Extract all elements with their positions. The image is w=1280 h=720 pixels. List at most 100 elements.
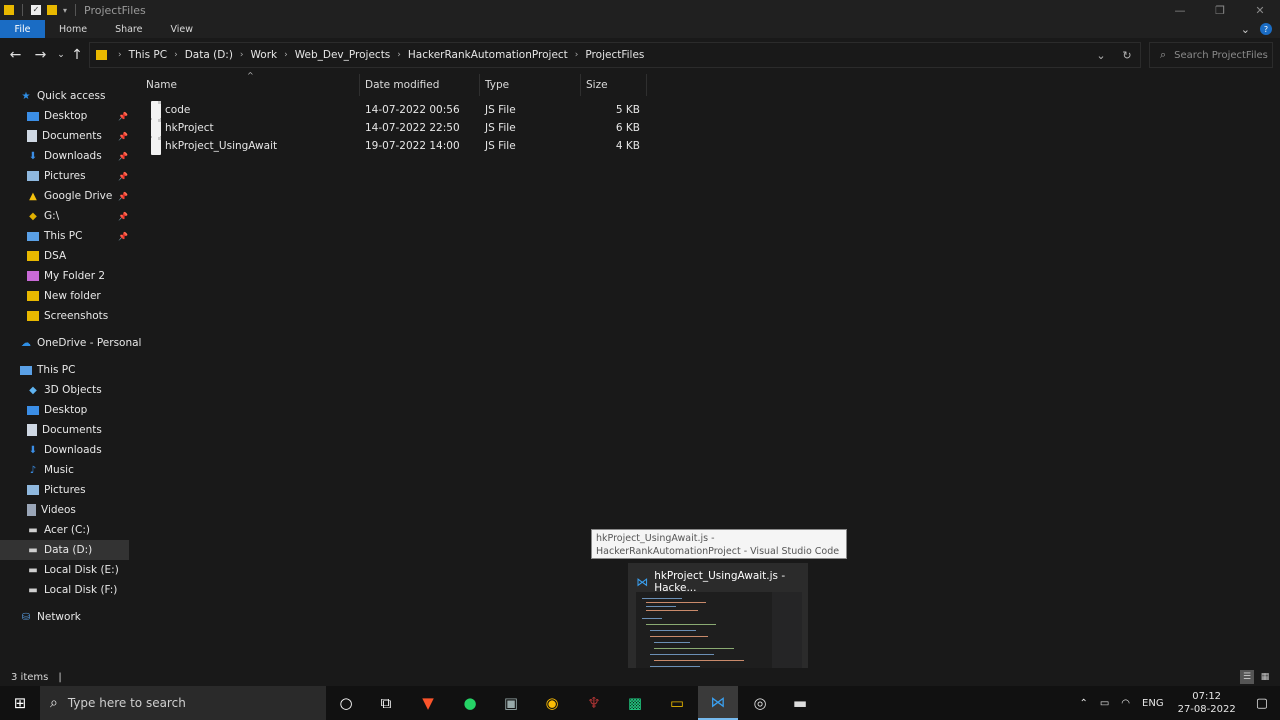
folder-icon — [27, 251, 39, 261]
clock[interactable]: 07:12 27-08-2022 — [1170, 690, 1244, 716]
breadcrumb-work[interactable]: Work › — [251, 49, 295, 61]
nav-pc-local-disk-f[interactable]: ▬ Local Disk (F:) — [27, 580, 117, 600]
cortana-icon[interactable]: ○ — [326, 686, 366, 720]
nav-pc-acer-c[interactable]: ▬ Acer (C:) — [27, 520, 90, 540]
chevron-right-icon: › — [118, 50, 122, 60]
up-button[interactable]: ↑ — [69, 43, 85, 67]
nav-quick-downloads[interactable]: ⬇ Downloads 📌 — [27, 146, 132, 166]
nav-onedrive[interactable]: ☁ OneDrive - Personal — [20, 333, 141, 353]
navigation-pane: ★ Quick access Desktop 📌 Documents 📌 ⬇ D… — [0, 84, 141, 668]
file-row[interactable]: code 14-07-2022 00:56 JS File 5 KB — [140, 101, 660, 119]
desktop-icon — [27, 111, 39, 121]
tab-share[interactable]: Share — [101, 20, 156, 38]
game-launcher-icon[interactable]: ♆ — [574, 686, 614, 720]
breadcrumb-hackerrank-project[interactable]: HackerRankAutomationProject › — [408, 49, 586, 61]
nav-quick-desktop[interactable]: Desktop 📌 — [27, 106, 132, 126]
nav-quick-access[interactable]: ★ Quick access — [20, 86, 106, 106]
address-history-button[interactable]: ⌄ — [1088, 43, 1114, 67]
nav-this-pc[interactable]: This PC — [20, 360, 75, 380]
refresh-button[interactable]: ↻ — [1114, 43, 1140, 67]
nav-pc-local-disk-e[interactable]: ▬ Local Disk (E:) — [27, 560, 119, 580]
wifi-icon[interactable]: ◠ — [1115, 698, 1136, 709]
back-button[interactable]: ← — [3, 43, 28, 67]
nav-quick-dsa[interactable]: DSA — [27, 246, 66, 266]
nav-pc-3d-objects[interactable]: ◆ 3D Objects — [27, 380, 102, 400]
terminal-icon[interactable]: ▬ — [780, 686, 820, 720]
file-row[interactable]: hkProject_UsingAwait 19-07-2022 14:00 JS… — [140, 137, 660, 155]
chevron-right-icon[interactable]: › — [174, 50, 178, 60]
nav-pc-pictures[interactable]: Pictures — [27, 480, 86, 500]
taskbar-search-placeholder: Type here to search — [67, 696, 186, 710]
obs-icon[interactable]: ◎ — [740, 686, 780, 720]
drive-icon: ◆ — [29, 210, 37, 222]
tab-file[interactable]: File — [0, 20, 45, 38]
column-date-modified[interactable]: Date modified — [359, 74, 480, 96]
help-icon[interactable]: ? — [1260, 23, 1272, 35]
pycharm-icon[interactable]: ▩ — [615, 686, 655, 720]
ribbon-tabs: File Home Share View ⌄ ? — [0, 20, 1280, 38]
nav-network[interactable]: ⛁ Network — [20, 607, 81, 627]
properties-icon[interactable]: ✓ — [31, 5, 41, 15]
folder-icon — [4, 5, 14, 15]
language-indicator[interactable]: ENG — [1136, 698, 1170, 709]
nav-pc-downloads[interactable]: ⬇ Downloads — [27, 440, 102, 460]
restore-button[interactable]: ❐ — [1200, 0, 1240, 20]
forward-button[interactable]: → — [28, 43, 53, 67]
nav-quick-g-drive[interactable]: ◆ G:\ 📌 — [27, 206, 132, 226]
whatsapp-icon[interactable]: ● — [450, 686, 490, 720]
nav-pc-documents[interactable]: Documents — [27, 420, 102, 440]
details-view-icon[interactable]: ☰ — [1240, 670, 1254, 684]
column-name[interactable]: Name — [140, 74, 360, 96]
nav-quick-this-pc[interactable]: This PC 📌 — [27, 226, 132, 246]
start-button[interactable]: ⊞ — [0, 686, 40, 720]
nav-quick-google-drive[interactable]: ▲ Google Drive 📌 — [27, 186, 132, 206]
nav-quick-new-folder[interactable]: New folder — [27, 286, 101, 306]
search-box[interactable]: ⌕ Search ProjectFiles — [1149, 42, 1273, 68]
notifications-icon[interactable]: ▢ — [1244, 696, 1280, 711]
show-hidden-icons-icon[interactable]: ⌃ — [1073, 698, 1093, 709]
breadcrumb-this-pc[interactable]: This PC › — [129, 49, 185, 61]
address-bar[interactable]: › This PC › Data (D:) › Work › Web_Dev_Proj… — [89, 42, 1141, 68]
file-explorer-icon[interactable]: ▭ — [657, 686, 697, 720]
recent-locations-button[interactable]: ⌄ — [53, 43, 69, 67]
breadcrumb-projectfiles[interactable]: ProjectFiles — [585, 49, 644, 61]
large-icons-view-icon[interactable]: ▦ — [1258, 670, 1272, 684]
chevron-right-icon[interactable]: › — [575, 50, 579, 60]
nav-pc-data-d[interactable]: ▬ Data (D:) — [0, 540, 129, 560]
task-view-icon[interactable]: ⧉ — [366, 686, 406, 720]
minimize-button[interactable]: — — [1160, 0, 1200, 20]
nav-pc-desktop[interactable]: Desktop — [27, 400, 87, 420]
taskbar-search[interactable]: ⌕ Type here to search — [40, 686, 326, 720]
file-name: hkProject_UsingAwait — [165, 140, 278, 152]
close-button[interactable]: ✕ — [1240, 0, 1280, 20]
clock-date: 27-08-2022 — [1177, 704, 1236, 715]
column-type[interactable]: Type — [479, 74, 581, 96]
folder-icon — [27, 311, 39, 321]
nav-pc-videos[interactable]: Videos — [27, 500, 76, 520]
chevron-right-icon[interactable]: › — [240, 50, 244, 60]
vscode-icon[interactable]: ⋈ — [698, 686, 738, 720]
breadcrumb-data-d[interactable]: Data (D:) › — [185, 49, 251, 61]
quick-access-toolbar: ✓ ▾ — [0, 4, 78, 16]
nav-quick-documents[interactable]: Documents 📌 — [27, 126, 132, 146]
customize-qa-icon[interactable]: ▾ — [63, 6, 67, 15]
nav-pc-music[interactable]: ♪ Music — [27, 460, 74, 480]
battery-icon[interactable]: ▭ — [1094, 698, 1115, 709]
nav-quick-pictures[interactable]: Pictures 📌 — [27, 166, 132, 186]
chevron-right-icon[interactable]: › — [397, 50, 401, 60]
new-folder-icon[interactable] — [47, 5, 57, 15]
chrome-icon[interactable]: ◉ — [532, 686, 572, 720]
breadcrumb-web-dev-projects[interactable]: Web_Dev_Projects › — [295, 49, 408, 61]
column-size[interactable]: Size — [580, 74, 647, 96]
file-row[interactable]: hkProject 14-07-2022 22:50 JS File 6 KB — [140, 119, 660, 137]
tab-home[interactable]: Home — [45, 20, 101, 38]
brave-browser-icon[interactable]: ▼ — [408, 686, 448, 720]
app-icon[interactable]: ▣ — [491, 686, 531, 720]
nav-quick-screenshots[interactable]: Screenshots — [27, 306, 108, 326]
tab-view[interactable]: View — [156, 20, 207, 38]
expand-ribbon-icon[interactable]: ⌄ — [1241, 23, 1250, 36]
file-size: 4 KB — [615, 140, 640, 152]
chevron-right-icon[interactable]: › — [284, 50, 288, 60]
nav-quick-my-folder-2[interactable]: My Folder 2 — [27, 266, 105, 286]
thumbnail-window-preview[interactable] — [636, 592, 802, 680]
